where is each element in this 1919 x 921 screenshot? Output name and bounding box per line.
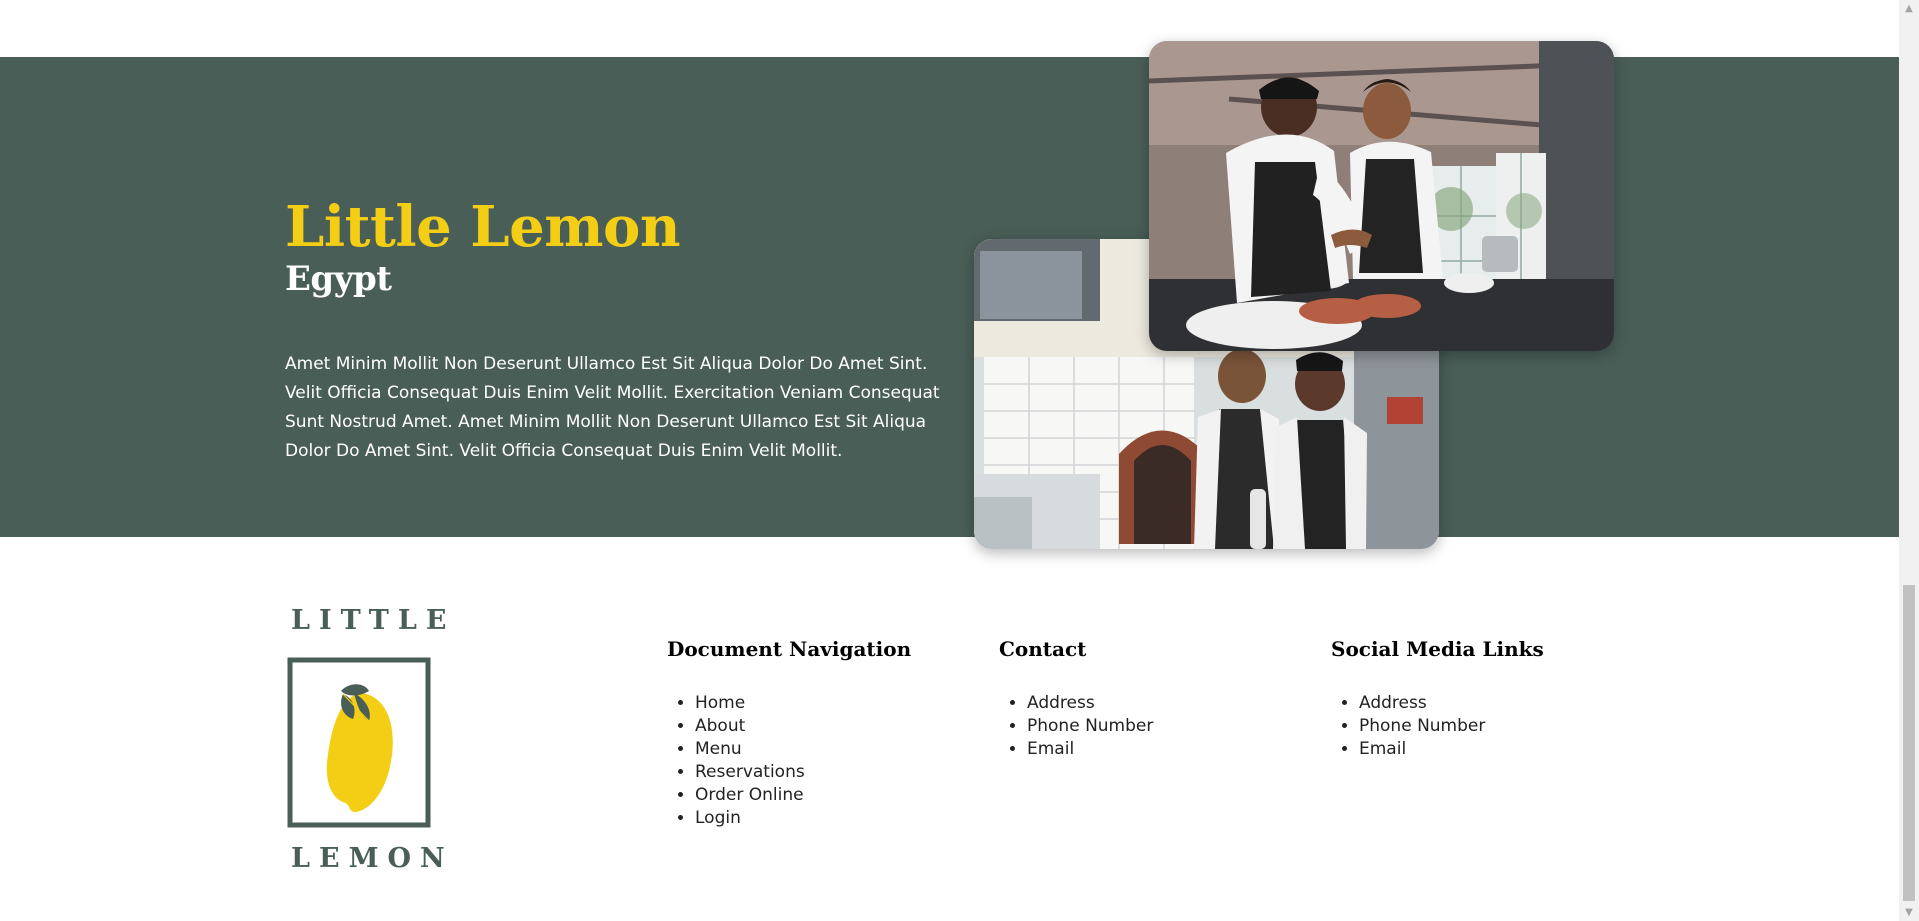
nav-link-menu[interactable]: Menu (695, 739, 742, 759)
nav-link-home[interactable]: Home (695, 693, 745, 713)
contact-heading: Contact (999, 637, 1087, 661)
page: Little Lemon Egypt Amet Minim Mollit Non… (0, 0, 1919, 921)
contact-link-email[interactable]: Email (1027, 739, 1074, 759)
social-item-address: Address (1359, 692, 1544, 715)
nav-link-about[interactable]: About (695, 716, 745, 736)
chefs-photo (1149, 41, 1614, 351)
hero-title: Little Lemon (285, 194, 681, 260)
logo-word-lemon: LEMON (291, 843, 454, 874)
about-section: Little Lemon Egypt Amet Minim Mollit Non… (0, 57, 1899, 537)
social-media-heading: Social Media Links (1331, 637, 1544, 661)
social-link-phone[interactable]: Phone Number (1359, 716, 1485, 736)
document-navigation-heading: Document Navigation (667, 637, 912, 661)
nav-link-reservations[interactable]: Reservations (695, 762, 805, 782)
contact-list: Address Phone Number Email (999, 692, 1153, 761)
contact-section: Contact Address Phone Number Email (999, 634, 1153, 761)
nav-item-reservations: Reservations (695, 761, 911, 784)
nav-item-order-online: Order Online (695, 784, 911, 807)
social-item-phone: Phone Number (1359, 715, 1544, 738)
nav-link-order-online[interactable]: Order Online (695, 785, 804, 805)
contact-item-email: Email (1027, 738, 1153, 761)
nav-item-login: Login (695, 807, 911, 830)
scroll-thumb[interactable] (1903, 585, 1915, 901)
social-link-address[interactable]: Address (1359, 693, 1427, 713)
scroll-down-icon[interactable]: ▼ (1899, 904, 1919, 921)
social-media-section: Social Media Links Address Phone Number … (1331, 634, 1544, 761)
hero-description: Amet Minim Mollit Non Deserunt Ullamco E… (285, 354, 940, 461)
page-scrollbar[interactable]: ▲ ▼ (1899, 0, 1919, 921)
lemon-logo-icon (287, 657, 431, 828)
social-link-email[interactable]: Email (1359, 739, 1406, 759)
social-item-email: Email (1359, 738, 1544, 761)
footer-logo[interactable]: LITTLE LEMON (285, 605, 456, 877)
logo-word-little: LITTLE (291, 605, 456, 636)
hero-subtitle: Egypt (285, 259, 392, 299)
social-media-list: Address Phone Number Email (1331, 692, 1544, 761)
document-navigation-list: Home About Menu Reservations Order Onlin… (667, 692, 911, 830)
document-navigation: Document Navigation Home About Menu Rese… (667, 634, 911, 830)
contact-item-phone: Phone Number (1027, 715, 1153, 738)
nav-item-about: About (695, 715, 911, 738)
scroll-up-icon[interactable]: ▲ (1899, 0, 1919, 17)
contact-link-phone[interactable]: Phone Number (1027, 716, 1153, 736)
nav-link-login[interactable]: Login (695, 808, 741, 828)
nav-item-home: Home (695, 692, 911, 715)
contact-item-address: Address (1027, 692, 1153, 715)
nav-item-menu: Menu (695, 738, 911, 761)
contact-link-address[interactable]: Address (1027, 693, 1095, 713)
